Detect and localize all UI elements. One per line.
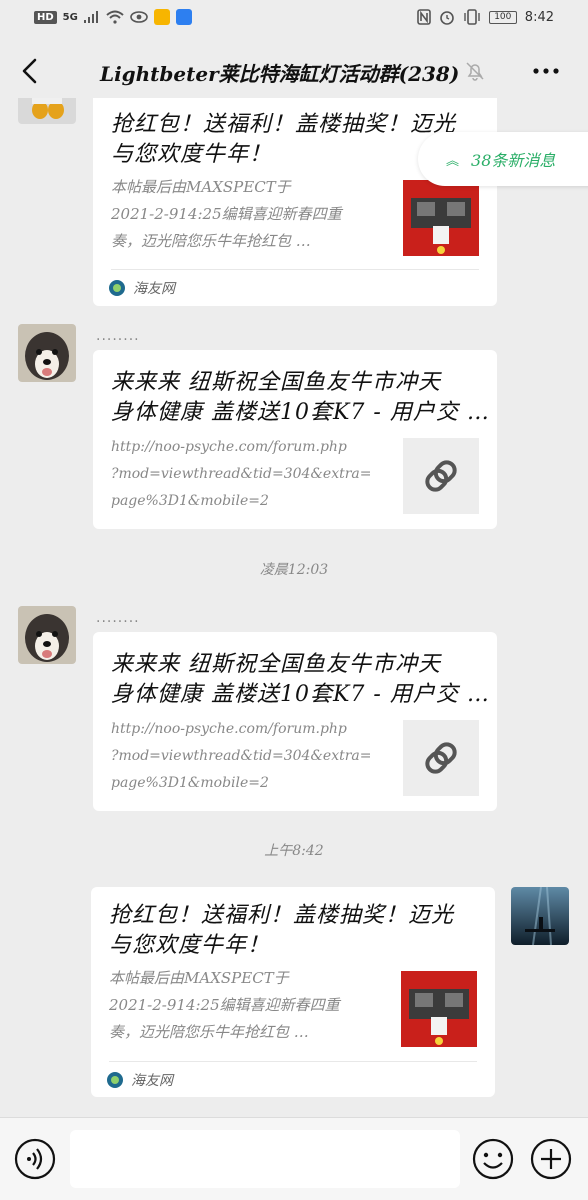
status-bar: HD 5G 100 8:42 bbox=[0, 0, 588, 36]
signal-icon bbox=[83, 11, 98, 23]
voice-input-icon[interactable] bbox=[14, 1138, 56, 1180]
avatar[interactable] bbox=[18, 606, 76, 664]
link-card-source: 海友网 bbox=[107, 1070, 173, 1090]
message-text-input[interactable] bbox=[70, 1130, 460, 1188]
avatar[interactable] bbox=[18, 98, 76, 124]
link-card-title: 来来来 纽斯祝全国鱼友牛市冲天 bbox=[111, 370, 441, 395]
wifi-icon bbox=[106, 10, 124, 24]
double-chevron-up-icon: ︽ bbox=[446, 153, 460, 169]
link-card[interactable]: 来来来 纽斯祝全国鱼友牛市冲天 身体健康 盖楼送10套K7 - 用户交 … ht… bbox=[93, 632, 497, 811]
source-name: 海友网 bbox=[133, 281, 175, 297]
link-card-description: 本帖最后由MAXSPECT于 bbox=[111, 178, 291, 196]
message-input-bar bbox=[0, 1117, 588, 1200]
new-messages-label: 38条新消息 bbox=[471, 151, 556, 170]
red-envelope-thumbnail bbox=[403, 180, 479, 256]
link-card-source: 海友网 bbox=[109, 278, 175, 298]
battery-indicator: 100 bbox=[488, 10, 517, 24]
sender-name: ........ bbox=[96, 328, 140, 344]
link-card-title: 与您欢度牛年！ bbox=[109, 933, 271, 958]
link-thumbnail bbox=[403, 720, 479, 796]
link-card-url: ?mod=viewthread&tid=304&extra= bbox=[111, 466, 372, 482]
link-card-description: 奏，迈光陪您乐牛年抢红包 … bbox=[111, 232, 311, 250]
card-divider bbox=[109, 1061, 477, 1062]
emoji-icon[interactable] bbox=[472, 1138, 514, 1180]
more-options-icon[interactable] bbox=[530, 58, 562, 84]
link-thumbnail bbox=[403, 438, 479, 514]
link-card-url: http://noo-psyche.com/forum.php bbox=[111, 439, 347, 455]
link-card-title: 抢红包！送福利！盖楼抽奖！迈光 bbox=[111, 112, 457, 137]
link-card-url: page%3D1&mobile=2 bbox=[111, 493, 269, 509]
underwater-avatar-icon bbox=[511, 887, 569, 945]
plus-icon[interactable] bbox=[530, 1138, 572, 1180]
link-card[interactable]: 抢红包！送福利！盖楼抽奖！迈光 与您欢度牛年！ 本帖最后由MAXSPECT于 2… bbox=[91, 887, 495, 1097]
back-arrow-icon[interactable] bbox=[14, 54, 48, 88]
network-indicator: 5G bbox=[62, 11, 78, 23]
link-card-title: 与您欢度牛年！ bbox=[111, 142, 273, 167]
link-card-title: 来来来 纽斯祝全国鱼友牛市冲天 bbox=[111, 652, 441, 677]
link-card-title: 身体健康 盖楼送10套K7 - 用户交 … bbox=[111, 682, 490, 707]
link-card-description: 2021-2-914:25编辑喜迎新春四重 bbox=[111, 205, 342, 223]
nfc-icon bbox=[416, 9, 431, 25]
timestamp: 凌晨12:03 bbox=[259, 562, 329, 578]
avatar-partial-icon bbox=[32, 98, 64, 119]
red-envelope-thumbnail bbox=[401, 971, 477, 1047]
timestamp: 上午8:42 bbox=[264, 843, 324, 859]
link-icon bbox=[425, 742, 457, 774]
link-card-url: http://noo-psyche.com/forum.php bbox=[111, 721, 347, 737]
dog-avatar-icon bbox=[18, 606, 76, 664]
link-card-description: 2021-2-914:25编辑喜迎新春四重 bbox=[109, 996, 340, 1014]
link-card[interactable]: 来来来 纽斯祝全国鱼友牛市冲天 身体健康 盖楼送10套K7 - 用户交 … ht… bbox=[93, 350, 497, 529]
link-icon bbox=[425, 460, 457, 492]
vibrate-icon bbox=[464, 9, 480, 25]
link-card[interactable]: 抢红包！送福利！盖楼抽奖！迈光 与您欢度牛年！ 本帖最后由MAXSPECT于 2… bbox=[93, 98, 497, 306]
card-divider bbox=[111, 269, 479, 270]
link-card-title: 抢红包！送福利！盖楼抽奖！迈光 bbox=[109, 903, 455, 928]
source-logo-icon bbox=[109, 280, 125, 296]
link-card-description: 奏，迈光陪您乐牛年抢红包 … bbox=[109, 1023, 309, 1041]
translate-notification-icon bbox=[175, 9, 192, 25]
eye-icon bbox=[130, 11, 148, 23]
source-logo-icon bbox=[107, 1072, 123, 1088]
link-card-description: 本帖最后由MAXSPECT于 bbox=[109, 969, 289, 987]
link-card-url: page%3D1&mobile=2 bbox=[111, 775, 269, 791]
alarm-icon bbox=[439, 11, 454, 25]
chat-title: Lightbeter莱比特海缸灯活动群(238) bbox=[100, 62, 460, 86]
mute-bell-icon bbox=[466, 62, 484, 81]
chat-header: Lightbeter莱比特海缸灯活动群(238) bbox=[0, 36, 588, 106]
source-name: 海友网 bbox=[131, 1073, 173, 1089]
app-notification-icon bbox=[153, 9, 170, 25]
new-messages-button[interactable]: ︽ 38条新消息 bbox=[418, 132, 588, 186]
my-avatar[interactable] bbox=[511, 887, 569, 945]
sender-name: ........ bbox=[96, 610, 140, 626]
dog-avatar-icon bbox=[18, 324, 76, 382]
link-card-url: ?mod=viewthread&tid=304&extra= bbox=[111, 748, 372, 764]
hd-indicator: HD bbox=[34, 10, 57, 24]
avatar[interactable] bbox=[18, 324, 76, 382]
link-card-title: 身体健康 盖楼送10套K7 - 用户交 … bbox=[111, 400, 490, 425]
status-time: 8:42 bbox=[524, 9, 554, 25]
